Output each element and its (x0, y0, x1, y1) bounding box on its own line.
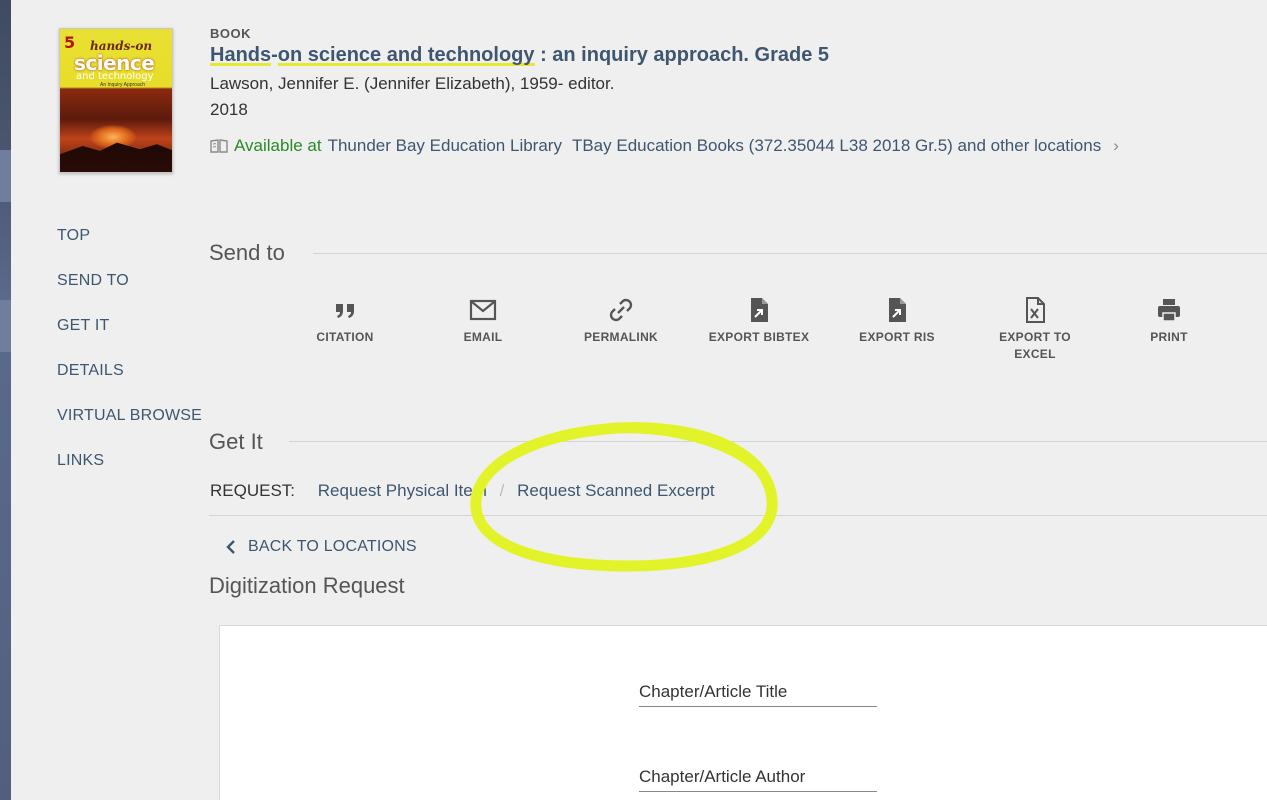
request-label: REQUEST: (210, 481, 296, 500)
email-button[interactable]: EMAIL (414, 296, 552, 346)
envelope-icon (469, 299, 497, 321)
cover-grade: 5 (64, 33, 76, 52)
nav-item-virtual-browse[interactable]: VIRTUAL BROWSE (57, 406, 202, 451)
left-edge-band (0, 300, 11, 352)
email-label: EMAIL (463, 330, 503, 344)
availability-status: Available at (234, 136, 322, 155)
title-highlight-hands[interactable]: Hands (210, 44, 272, 66)
title-hyphen[interactable]: - (271, 44, 278, 66)
permalink-button[interactable]: PERMALINK (552, 296, 690, 346)
title-subtitle[interactable]: : an inquiry approach. Grade 5 (535, 44, 829, 66)
request-physical-item-link[interactable]: Request Physical Item (318, 481, 487, 500)
availability-line[interactable]: Available at Thunder Bay Education Libra… (210, 136, 1119, 156)
export-ris-label: EXPORT RIS (859, 330, 935, 344)
back-to-locations-button[interactable]: BACK TO LOCATIONS (226, 538, 417, 556)
chevron-right-icon[interactable]: › (1113, 136, 1119, 156)
request-scanned-excerpt-link[interactable]: Request Scanned Excerpt (517, 481, 715, 500)
chapter-author-field[interactable]: Chapter/Article Author (639, 767, 877, 792)
nav-item-send-to[interactable]: SEND TO (57, 271, 202, 316)
get-it-divider (289, 441, 1267, 442)
citation-button[interactable]: CITATION (276, 296, 414, 346)
file-export-icon (751, 298, 768, 322)
printer-icon (1158, 299, 1180, 322)
cover-subtitle: An Inquiry Approach (100, 82, 146, 88)
send-to-heading: Send to (209, 240, 285, 265)
title-highlight-main[interactable]: on science and technology (277, 44, 535, 66)
nav-item-details[interactable]: DETAILS (57, 361, 202, 406)
record-year: 2018 (210, 100, 248, 119)
print-label: PRINT (1150, 330, 1188, 344)
request-separator: / (499, 481, 505, 500)
nav-item-get-it[interactable]: GET IT (57, 316, 202, 361)
availability-location[interactable]: TBay Education Books (372.35044 L38 2018… (572, 136, 1101, 156)
file-export-icon (889, 298, 906, 322)
record-title[interactable]: Hands-on science and technology : an inq… (210, 44, 829, 67)
export-ris-button[interactable]: EXPORT RIS (828, 296, 966, 346)
send-to-divider (313, 253, 1267, 254)
availability-library[interactable]: Thunder Bay Education Library (328, 136, 562, 156)
permalink-label: PERMALINK (583, 330, 659, 344)
browser-left-edge (0, 0, 11, 800)
print-button[interactable]: PRINT (1100, 296, 1238, 346)
export-excel-label: EXPORT TO EXCEL (999, 330, 1071, 361)
chapter-title-field[interactable]: Chapter/Article Title (639, 682, 877, 707)
excel-file-icon (1026, 297, 1045, 323)
record-author: Lawson, Jennifer E. (Jennifer Elizabeth)… (210, 74, 615, 93)
nav-item-top[interactable]: TOP (57, 226, 202, 271)
left-edge-band (0, 150, 11, 202)
citation-label: CITATION (316, 330, 374, 344)
digitization-request-heading: Digitization Request (209, 573, 405, 598)
request-options: REQUEST: Request Physical Item / Request… (210, 481, 715, 501)
export-bibtex-label: EXPORT BIBTEX (708, 330, 810, 344)
get-it-heading: Get It (209, 429, 263, 454)
section-nav: TOP SEND TO GET IT DETAILS VIRTUAL BROWS… (57, 226, 202, 496)
resource-type-label: BOOK (210, 26, 251, 41)
cover-landscape-graphic (60, 142, 172, 172)
link-icon (609, 298, 633, 322)
nav-item-links[interactable]: LINKS (57, 451, 202, 496)
quote-icon (336, 304, 354, 318)
request-divider (209, 515, 1267, 516)
cover-title-line3: and technology (76, 71, 154, 82)
back-to-locations-label: BACK TO LOCATIONS (248, 538, 417, 555)
book-open-icon (210, 139, 228, 153)
export-bibtex-button[interactable]: EXPORT BIBTEX (690, 296, 828, 346)
book-cover-thumbnail[interactable]: 5 hands-on science and technology An Inq… (59, 28, 173, 173)
chevron-left-icon (226, 540, 235, 554)
export-excel-button[interactable]: EXPORT TO EXCEL (966, 296, 1104, 363)
